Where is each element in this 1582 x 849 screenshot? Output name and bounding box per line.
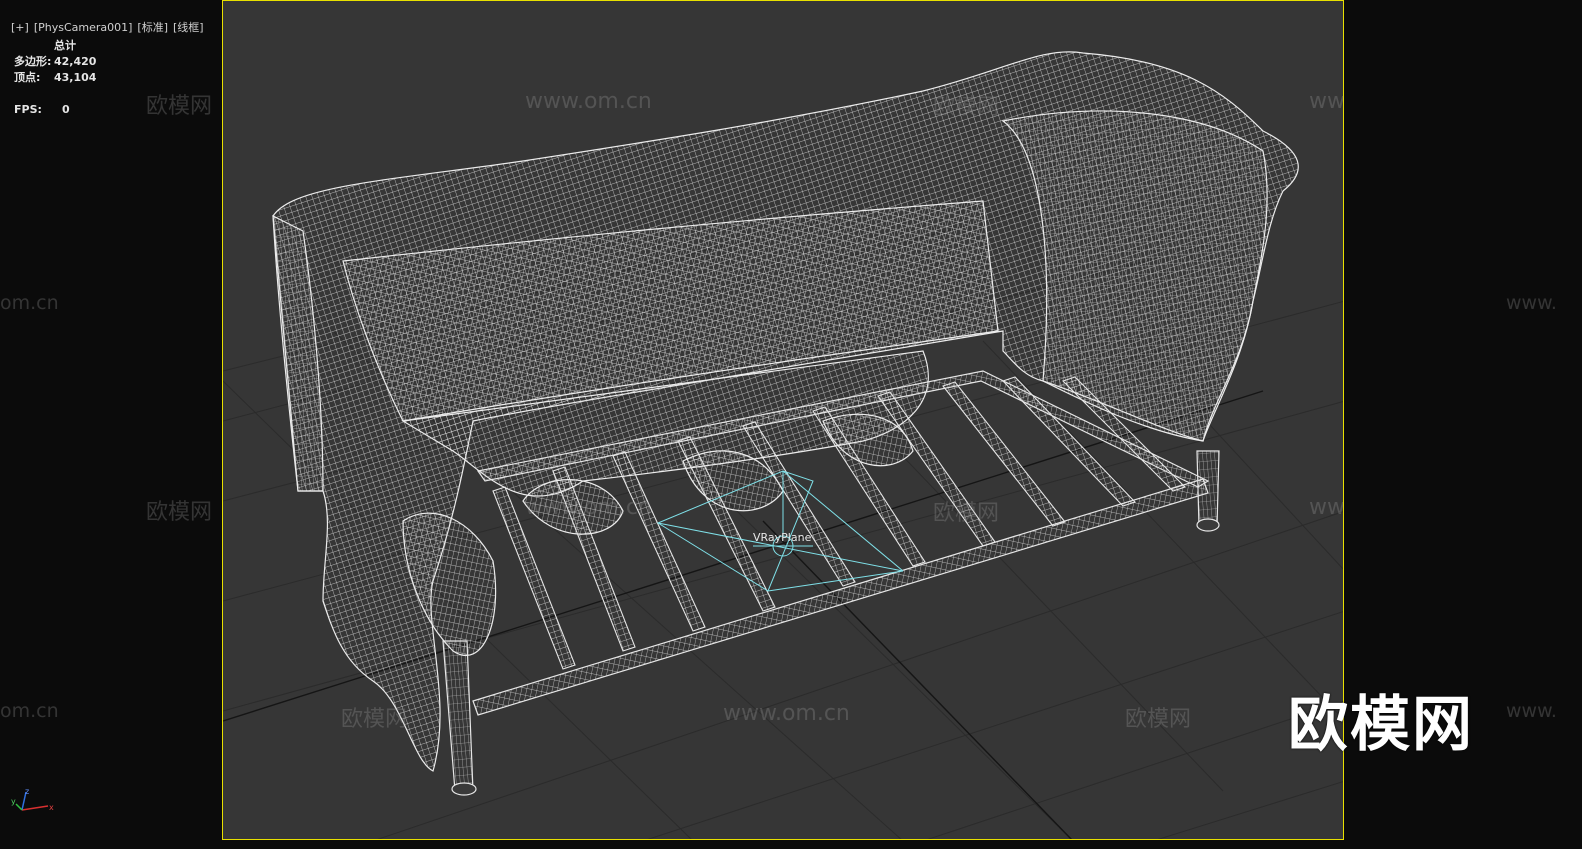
watermark-url-right: www. [1506,292,1557,314]
viewport-label[interactable]: [+] [PhysCamera001] [标准] [线框] [4,6,209,35]
stats-header: 总计 [54,39,76,52]
sofa-cloth-mesh [272,51,1299,772]
viewport-menu-button[interactable]: [+] [11,21,29,34]
watermark-cn: 欧模网 [146,94,213,119]
watermark-url-right: www. [1506,700,1557,722]
vertices-label: 顶点: [14,71,41,84]
brand-logo-watermark: 欧模网 [1288,690,1474,760]
viewport-camera-button[interactable]: [PhysCamera001] [34,21,133,34]
viewport-shading-standard-button[interactable]: [标准] [137,21,168,34]
axis-x-label: x [49,803,54,812]
vray-plane-label[interactable]: VRayPlane [753,531,811,544]
watermark-url-left: om.cn [0,292,59,314]
fps-label: FPS: [14,103,42,116]
watermark-cn: 欧模网 [146,500,213,525]
polygons-label: 多边形: [14,55,52,68]
axis-y-label: y [11,797,16,806]
camera-viewport[interactable]: VRayPlane www.om.cn 欧模网 www.om.cn www.om… [222,0,1344,840]
scene-statistics: 总计 多边形: 42,420 顶点: 43,104 FPS: 0 [14,38,96,118]
axis-z-label: z [25,787,29,796]
axis-gizmo-icon: z y x [11,787,54,812]
polygons-value: 42,420 [54,55,97,68]
vertices-value: 43,104 [54,71,97,84]
viewport-shading-mode-button[interactable]: [线框] [173,21,204,34]
wireframe-scene[interactable] [223,1,1344,840]
fps-value: 0 [62,103,70,116]
watermark-url-left: om.cn [0,700,59,722]
